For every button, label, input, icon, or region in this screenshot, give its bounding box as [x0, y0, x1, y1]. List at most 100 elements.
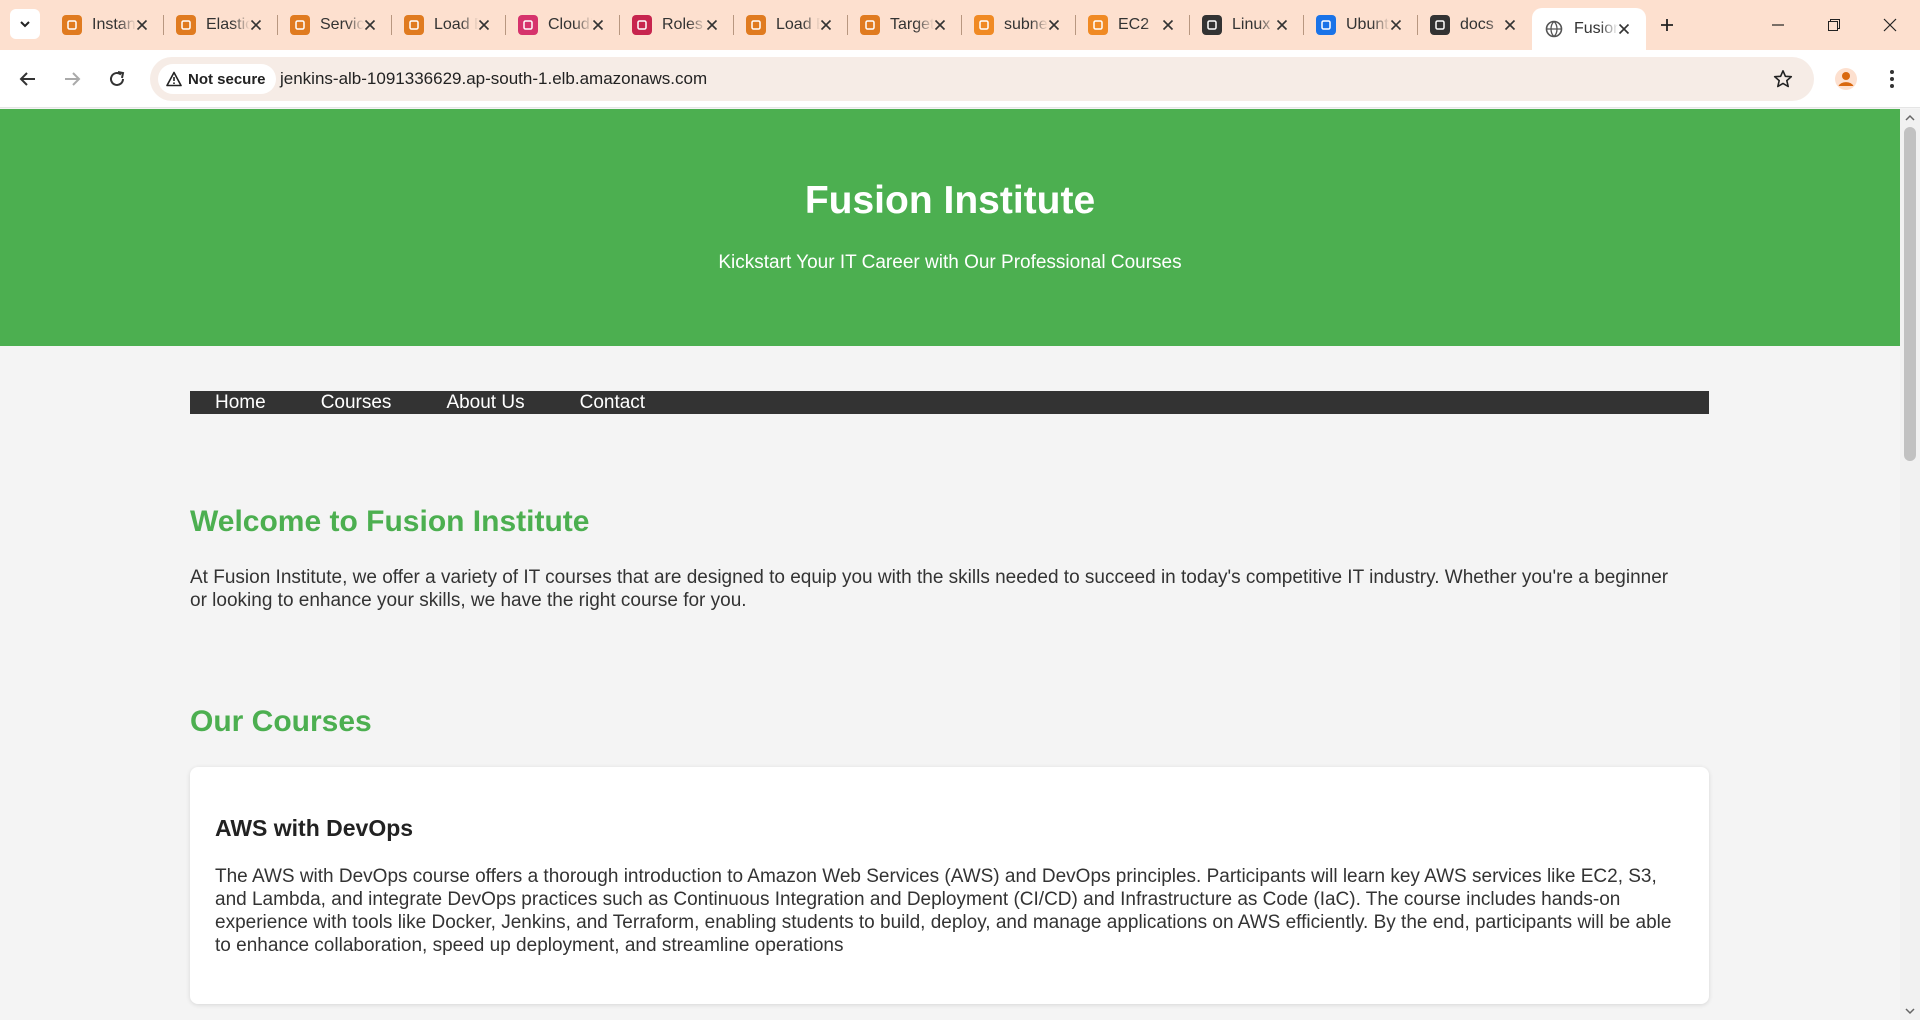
- close-icon: [1162, 19, 1174, 31]
- site-info-button[interactable]: Not secure: [158, 64, 276, 94]
- browser-menu-button[interactable]: [1876, 63, 1908, 95]
- more-vertical-icon: [1890, 70, 1894, 88]
- close-icon: [1618, 23, 1630, 35]
- close-tab-button[interactable]: [246, 15, 266, 35]
- close-icon: [934, 19, 946, 31]
- close-icon: [1276, 19, 1288, 31]
- aws-iam-icon: [632, 15, 652, 35]
- github-icon: [1430, 15, 1450, 35]
- close-tab-button[interactable]: [1500, 15, 1520, 35]
- close-tab-button[interactable]: [702, 15, 722, 35]
- close-tab-button[interactable]: [588, 15, 608, 35]
- back-button[interactable]: [12, 63, 44, 95]
- close-icon: [706, 19, 718, 31]
- close-tab-button[interactable]: [1044, 15, 1064, 35]
- reload-icon: [110, 71, 125, 86]
- close-tab-button[interactable]: [474, 15, 494, 35]
- aws-ec2-icon: [746, 15, 766, 35]
- browser-tab[interactable]: Fusion Institute: [1532, 8, 1646, 50]
- security-label: Not secure: [188, 70, 266, 88]
- courses-heading: Our Courses: [190, 705, 372, 738]
- browser-tab[interactable]: Roles: [620, 0, 734, 50]
- restore-icon: [1828, 19, 1840, 31]
- warning-icon: [166, 71, 182, 87]
- profile-button[interactable]: [1830, 63, 1862, 95]
- close-tab-button[interactable]: [1158, 15, 1178, 35]
- nav-about-us[interactable]: About Us: [446, 392, 524, 414]
- close-tab-button[interactable]: [360, 15, 380, 35]
- aws-ec2-icon: [860, 15, 880, 35]
- new-tab-button[interactable]: [1652, 10, 1682, 40]
- tab-title: subnets: [1004, 16, 1048, 33]
- restore-button[interactable]: [1814, 10, 1854, 40]
- tab-title: Linux: [1232, 16, 1271, 33]
- browser-tab[interactable]: CloudFront: [506, 0, 620, 50]
- url-text[interactable]: jenkins-alb-1091336629.ap-south-1.elb.am…: [280, 69, 707, 89]
- arrow-right-icon: [65, 72, 81, 86]
- close-icon: [1883, 18, 1897, 32]
- tab-title: CloudFront: [548, 16, 592, 33]
- site-header: Fusion Institute Kickstart Your IT Caree…: [0, 109, 1900, 346]
- tab-title: Services: [320, 16, 364, 33]
- close-tab-button[interactable]: [930, 15, 950, 35]
- cube-icon: [974, 15, 994, 35]
- course-card: AWS with DevOps The AWS with DevOps cour…: [190, 767, 1709, 1004]
- tab-title: Fusion Institute: [1574, 20, 1618, 37]
- plus-icon: [1661, 19, 1673, 31]
- minimize-button[interactable]: [1758, 10, 1798, 40]
- bookmark-button[interactable]: [1772, 68, 1794, 90]
- address-bar[interactable]: Not secure jenkins-alb-1091336629.ap-sou…: [150, 57, 1814, 101]
- scroll-up-arrow-icon[interactable]: [1905, 113, 1915, 123]
- site-nav: Home Courses About Us Contact: [190, 391, 1709, 414]
- vertical-scrollbar[interactable]: [1900, 109, 1920, 1020]
- tab-search-button[interactable]: [10, 9, 40, 39]
- browser-tab[interactable]: Ubuntu: [1304, 0, 1418, 50]
- tab-title: Load Balancers: [434, 16, 478, 33]
- close-tab-button[interactable]: [816, 15, 836, 35]
- browser-tab[interactable]: Services: [278, 0, 392, 50]
- browser-tab[interactable]: Linux: [1190, 0, 1304, 50]
- tab-title: Target groups: [890, 16, 934, 33]
- close-tab-button[interactable]: [132, 15, 152, 35]
- close-icon: [478, 19, 490, 31]
- cube-icon: [1088, 15, 1108, 35]
- scroll-down-arrow-icon[interactable]: [1905, 1006, 1915, 1016]
- close-icon: [820, 19, 832, 31]
- minimize-icon: [1772, 24, 1784, 26]
- browser-tab[interactable]: Elastic IPs: [164, 0, 278, 50]
- nav-home[interactable]: Home: [215, 392, 266, 414]
- aws-ec2-icon: [404, 15, 424, 35]
- aws-cloudfront-icon: [518, 15, 538, 35]
- close-tab-button[interactable]: [1614, 19, 1634, 39]
- aws-ec2-icon: [290, 15, 310, 35]
- close-icon: [1504, 19, 1516, 31]
- nav-courses[interactable]: Courses: [321, 392, 392, 414]
- scrollbar-thumb[interactable]: [1904, 127, 1916, 461]
- close-window-button[interactable]: [1870, 10, 1910, 40]
- reload-button[interactable]: [101, 63, 133, 95]
- avatar-icon: [1835, 68, 1857, 90]
- linux-icon: [1202, 15, 1222, 35]
- close-tab-button[interactable]: [1386, 15, 1406, 35]
- tab-title: Ubuntu: [1346, 16, 1390, 33]
- browser-tab[interactable]: Load Balancers: [734, 0, 848, 50]
- globe-icon: [1316, 15, 1336, 35]
- close-tab-button[interactable]: [1272, 15, 1292, 35]
- welcome-text: At Fusion Institute, we offer a variety …: [190, 567, 1669, 611]
- tab-list: Instances Elastic IPs Services Load Balance…: [50, 0, 1646, 50]
- browser-tab[interactable]: docs: [1418, 0, 1532, 50]
- tab-title: Instances: [92, 16, 136, 33]
- browser-tab[interactable]: Instances: [50, 0, 164, 50]
- browser-tab[interactable]: subnets: [962, 0, 1076, 50]
- tab-title: Load Balancers: [776, 16, 820, 33]
- browser-tab[interactable]: Load Balancers: [392, 0, 506, 50]
- forward-button[interactable]: [56, 63, 88, 95]
- close-icon: [1048, 19, 1060, 31]
- course-description: The AWS with DevOps course offers a thor…: [215, 866, 1672, 956]
- browser-window: Instances Elastic IPs Services Load Balance…: [0, 0, 1920, 1020]
- browser-tab[interactable]: Target groups: [848, 0, 962, 50]
- nav-contact[interactable]: Contact: [580, 392, 645, 414]
- tab-title: Elastic IPs: [206, 16, 250, 33]
- browser-tab[interactable]: EC2: [1076, 0, 1190, 50]
- site-subtitle: Kickstart Your IT Career with Our Profes…: [718, 252, 1182, 273]
